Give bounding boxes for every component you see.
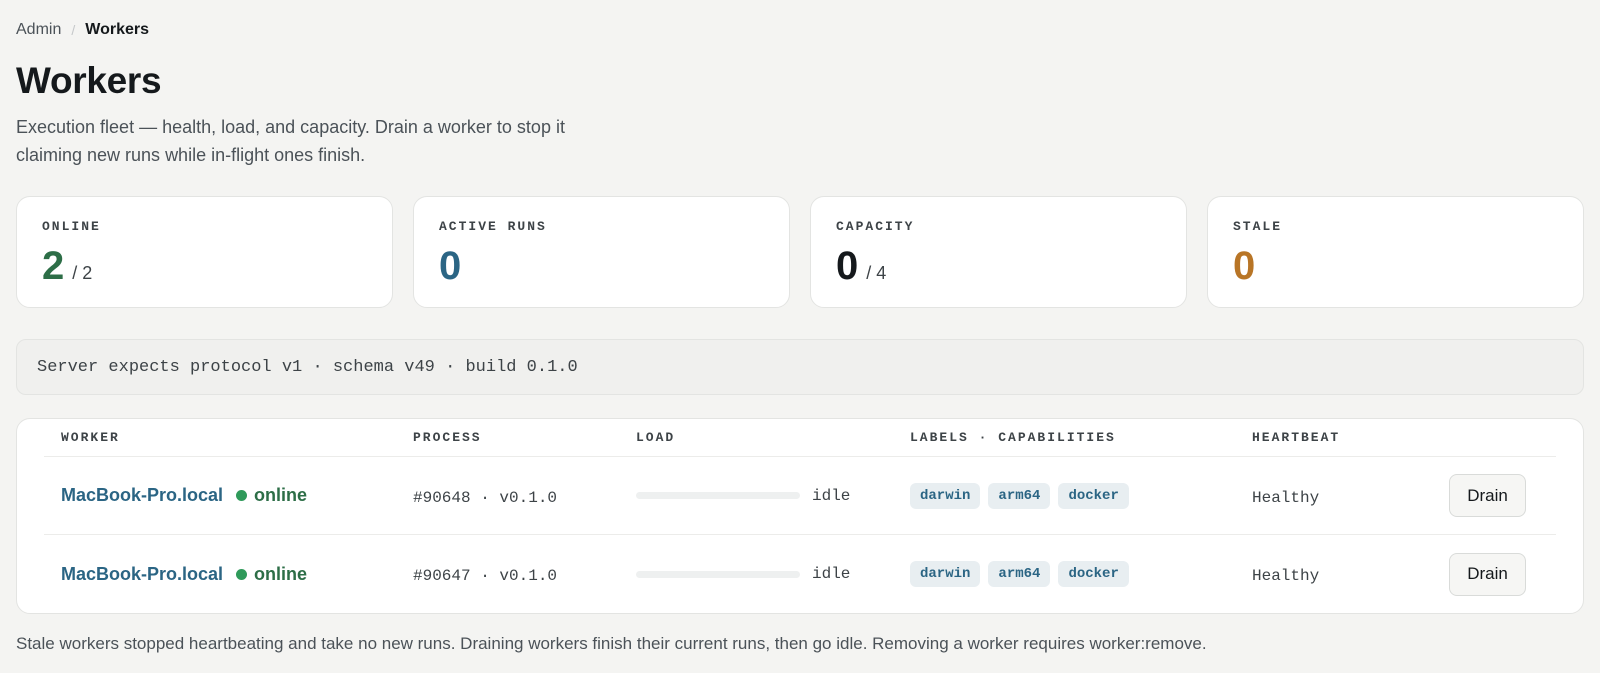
- workers-table: WORKER PROCESS LOAD LABELS · CAPABILITIE…: [16, 418, 1584, 614]
- stat-value: 2: [42, 244, 65, 288]
- drain-button[interactable]: Drain: [1449, 474, 1526, 517]
- stat-label: ACTIVE RUNS: [439, 219, 547, 234]
- worker-status: online: [254, 485, 308, 505]
- worker-process: #90648 · v0.1.0: [413, 488, 558, 507]
- load-text: idle: [812, 565, 851, 583]
- load-bar: [636, 570, 800, 578]
- status-dot-icon: [236, 490, 248, 501]
- table-row: MacBook-Pro.local online #90648 · v0.1.0…: [44, 457, 1556, 535]
- heartbeat-status: Healthy: [1252, 567, 1320, 585]
- worker-status: online: [254, 563, 308, 584]
- breadcrumb-current: Workers: [85, 21, 149, 38]
- stat-card-online: ONLINE 2 / 2: [16, 196, 393, 308]
- server-protocol-info: Server expects protocol v1 · schema v49 …: [16, 339, 1584, 395]
- stat-value: 0: [1233, 244, 1256, 288]
- worker-name-link[interactable]: MacBook-Pro.local: [61, 564, 223, 585]
- stat-total: / 4: [866, 263, 887, 283]
- label-chip: docker: [1058, 561, 1129, 587]
- label-chip: darwin: [910, 561, 981, 587]
- label-chip: darwin: [910, 482, 981, 509]
- column-header-heartbeat: HEARTBEAT: [1252, 430, 1341, 445]
- table-header: WORKER PROCESS LOAD LABELS · CAPABILITIE…: [44, 419, 1556, 457]
- stat-total: / 2: [72, 263, 93, 283]
- label-chip: arm64: [988, 482, 1051, 509]
- page-description: Execution fleet — health, load, and capa…: [16, 117, 565, 165]
- stats-row: ONLINE 2 / 2 ACTIVE RUNS 0 CAPACITY 0 / …: [16, 196, 1584, 308]
- stat-card-capacity: CAPACITY 0 / 4: [810, 196, 1187, 308]
- column-header-worker: WORKER: [61, 430, 120, 445]
- stat-card-active-runs: ACTIVE RUNS 0: [413, 196, 790, 308]
- load-text: idle: [812, 486, 851, 505]
- breadcrumb: Admin / Workers: [16, 18, 1584, 42]
- column-header-labels: LABELS · CAPABILITIES: [910, 430, 1116, 445]
- load-bar: [636, 492, 800, 499]
- label-chip: docker: [1058, 482, 1129, 509]
- worker-name-link[interactable]: MacBook-Pro.local: [61, 485, 223, 506]
- column-header-load: LOAD: [636, 430, 676, 445]
- page-title: Workers: [16, 60, 162, 101]
- worker-process: #90647 · v0.1.0: [413, 567, 558, 585]
- label-chip: arm64: [988, 561, 1051, 587]
- workers-page: Admin / Workers Workers Execution fleet …: [0, 0, 1600, 654]
- breadcrumb-separator: /: [71, 22, 76, 38]
- stat-card-stale: STALE 0: [1207, 196, 1584, 308]
- footer-note: Stale workers stopped heartbeating and t…: [16, 634, 1207, 653]
- stat-value: 0: [439, 244, 462, 288]
- stat-value: 0: [836, 244, 859, 288]
- stat-label: CAPACITY: [836, 219, 915, 234]
- breadcrumb-admin-link[interactable]: Admin: [16, 21, 61, 39]
- stat-label: STALE: [1233, 219, 1283, 234]
- column-header-process: PROCESS: [413, 430, 482, 445]
- heartbeat-status: Healthy: [1252, 488, 1320, 507]
- status-dot-icon: [236, 568, 248, 580]
- table-row: MacBook-Pro.local online #90647 · v0.1.0…: [44, 535, 1556, 613]
- drain-button[interactable]: Drain: [1449, 552, 1526, 596]
- stat-label: ONLINE: [42, 219, 101, 234]
